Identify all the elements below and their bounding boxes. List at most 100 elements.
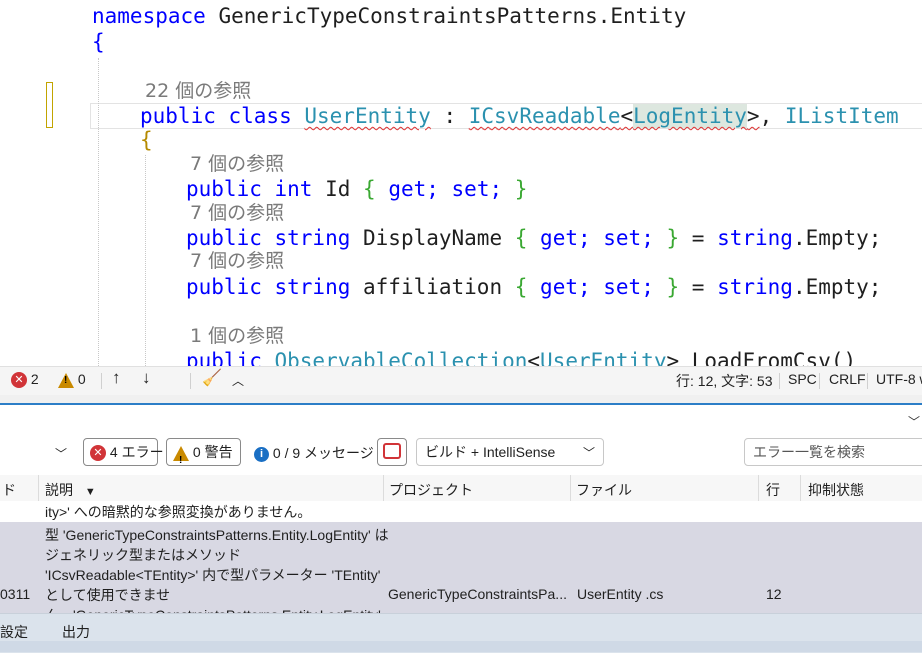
warnings-filter-button[interactable]: ! 0 警告: [166, 438, 241, 466]
string-keyword: string: [717, 275, 793, 299]
column-line[interactable]: 行: [766, 480, 780, 500]
assign: =: [679, 275, 718, 299]
interface-name[interactable]: ICsvReadable: [469, 104, 621, 128]
sort-descending-icon: ▼: [84, 486, 96, 498]
codelens-references[interactable]: 7 個の参照: [190, 249, 284, 273]
error-search-input[interactable]: エラー一覧を検索: [744, 438, 922, 466]
brace: }: [514, 177, 528, 201]
clear-filter-button[interactable]: [377, 438, 407, 466]
row-code: 0311: [0, 586, 31, 602]
status-strip: [0, 641, 922, 652]
column-project[interactable]: プロジェクト: [389, 480, 473, 500]
method-name: LoadFromCsv(): [679, 349, 857, 366]
type-arg-close: >: [746, 104, 760, 128]
property-name: Id: [312, 177, 364, 201]
brace: {: [514, 226, 528, 250]
column-suppression[interactable]: 抑制状態: [808, 480, 864, 500]
namespace-name: GenericTypeConstraintsPatterns.Entity: [205, 4, 687, 28]
warning-icon: !: [173, 445, 189, 466]
type-arg-close: >: [666, 349, 680, 366]
divider: [867, 373, 868, 389]
change-margin-marker: [46, 82, 53, 128]
column-description[interactable]: 説明 ▼: [45, 480, 96, 500]
colon: :: [430, 104, 469, 128]
column-divider[interactable]: [800, 475, 801, 501]
arrow-down-icon[interactable]: ↓: [142, 368, 151, 388]
editor-status-bar: ✕ 2 ! 0 ↑ ↓ 🧹 ︿ 行: 12, 文字: 53 SPC CRLF U…: [0, 366, 922, 395]
divider: [101, 373, 102, 389]
error-list-header: ド 説明 ▼ プロジェクト ファイル 行 抑制状態: [0, 475, 922, 502]
interface-name-2[interactable]: IListItem: [785, 104, 899, 128]
codelens-references[interactable]: 7 個の参照: [190, 201, 284, 225]
column-divider[interactable]: [38, 475, 39, 501]
filter-icon: [383, 443, 401, 459]
row-project: GenericTypeConstraintsPa...: [388, 586, 567, 602]
arrow-up-icon[interactable]: ↑: [112, 368, 121, 388]
line-ending[interactable]: CRLF: [829, 371, 866, 387]
codelens-references[interactable]: 7 個の参照: [190, 152, 284, 176]
class-open-brace: {: [140, 128, 153, 152]
property-name: DisplayName: [350, 226, 515, 250]
broom-icon[interactable]: 🧹: [202, 368, 222, 388]
empty-member: .Empty;: [792, 226, 882, 250]
codelens-references[interactable]: 1 個の参照: [190, 324, 284, 348]
error-icon: ✕: [11, 372, 27, 389]
brace: {: [514, 275, 528, 299]
error-icon: ✕: [90, 445, 106, 462]
column-divider[interactable]: [570, 475, 571, 501]
panel-splitter[interactable]: [0, 395, 922, 403]
brace: }: [666, 275, 680, 299]
brace: }: [666, 226, 680, 250]
tab-settings[interactable]: 設定: [0, 622, 28, 642]
encoding[interactable]: UTF-8 w: [876, 371, 922, 387]
property-keywords: public string: [186, 226, 351, 250]
property-name: affiliation: [350, 275, 515, 299]
table-row[interactable]: ity>' への暗黙的な参照変換がありません。: [0, 501, 922, 521]
divider: [779, 373, 780, 389]
warning-icon: !: [58, 372, 74, 388]
class-modifiers: public class: [140, 104, 292, 128]
search-placeholder: エラー一覧を検索: [753, 444, 865, 460]
row-description: ity>' への暗黙的な参照変換がありません。: [45, 504, 312, 520]
type-argument[interactable]: LogEntity: [633, 104, 747, 128]
code-editor[interactable]: namespace GenericTypeConstraintsPatterns…: [0, 0, 922, 366]
method-declaration-line: public ObservableCollection<UserEntity> …: [186, 349, 856, 366]
build-filter-value: ビルド + IntelliSense: [425, 444, 556, 460]
whitespace-mode[interactable]: SPC: [788, 371, 817, 387]
column-divider[interactable]: [758, 475, 759, 501]
row-file[interactable]: UserEntity .cs: [577, 586, 663, 602]
indent-guide: [145, 155, 146, 366]
scope-dropdown-chevron-icon[interactable]: ﹀: [55, 445, 67, 462]
accessors: get; set;: [375, 177, 515, 201]
return-type: ObservableCollection: [261, 349, 528, 366]
messages-filter-button[interactable]: i 0 / 9 メッセージ: [254, 443, 374, 463]
class-name[interactable]: UserEntity: [304, 104, 430, 128]
type-argument: UserEntity: [540, 349, 667, 366]
tab-output[interactable]: 出力: [62, 622, 90, 642]
divider: [190, 373, 191, 389]
messages-filter-label: 0 / 9 メッセージ: [272, 445, 374, 461]
column-file[interactable]: ファイル: [576, 480, 632, 500]
brace: {: [363, 177, 376, 201]
table-row-selected[interactable]: 0311 型 'GenericTypeConstraintsPatterns.E…: [0, 522, 922, 613]
codelens-references[interactable]: 22 個の参照: [145, 79, 251, 103]
column-description-label: 説明: [45, 482, 73, 498]
info-icon: i: [254, 446, 269, 462]
chevron-up-icon[interactable]: ︿: [232, 372, 244, 389]
indent-guide: [98, 58, 99, 366]
string-keyword: string: [717, 226, 793, 250]
column-code[interactable]: ド: [2, 480, 16, 500]
class-declaration-line: public class UserEntity : ICsvReadable<L…: [140, 104, 899, 128]
assign: =: [679, 226, 718, 250]
property-displayname-line: public string DisplayName { get; set; } …: [186, 226, 881, 250]
column-divider[interactable]: [383, 475, 384, 501]
cursor-position[interactable]: 行: 12, 文字: 53: [676, 371, 772, 391]
property-id-line: public int Id { get; set; }: [186, 177, 527, 201]
method-modifier: public: [186, 349, 262, 366]
errors-filter-button[interactable]: ✕ 4 エラー: [83, 438, 164, 466]
error-count[interactable]: ✕ 2: [11, 371, 39, 389]
chevron-down-icon[interactable]: ﹀: [908, 413, 920, 430]
build-filter-dropdown[interactable]: ビルド + IntelliSense ﹀: [416, 438, 604, 466]
accessors: get; set;: [527, 275, 667, 299]
warning-count[interactable]: ! 0: [58, 371, 86, 388]
